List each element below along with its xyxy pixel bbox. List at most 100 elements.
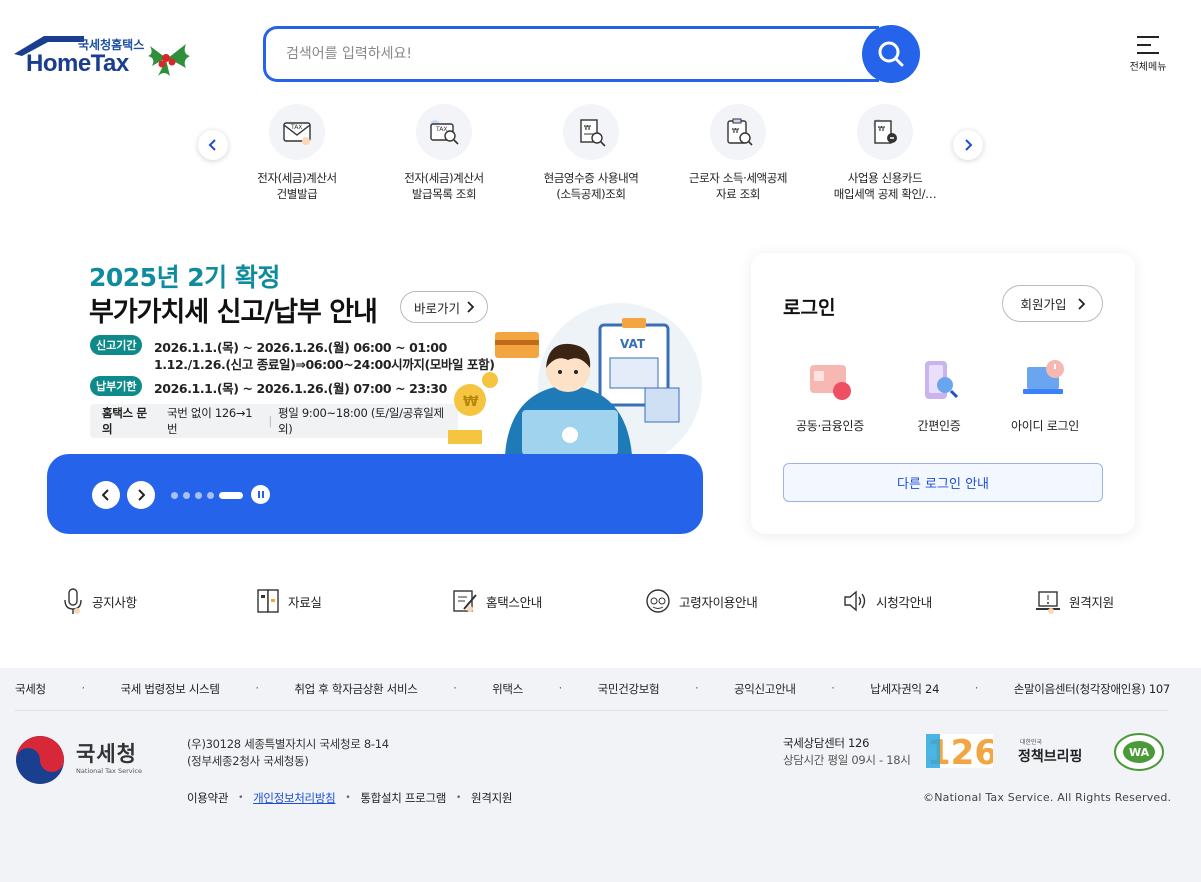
- certificate-icon: [810, 365, 851, 400]
- shortcut-remote[interactable]: 원격지원: [1035, 586, 1114, 616]
- quick-item-label-2: 자료 조회: [716, 187, 760, 201]
- receipt-search-icon: ₩: [563, 104, 619, 160]
- privacy-link[interactable]: 개인정보처리방침: [253, 790, 336, 806]
- quick-item-einvoice-list[interactable]: TAX 전자(세금)계산서 발급목록 조회: [379, 104, 509, 202]
- footer-link[interactable]: 국세 법령정보 시스템: [120, 681, 220, 697]
- inquiry-hours: 평일 9:00~18:00 (토/일/공휴일제외): [277, 406, 444, 436]
- slide-dot[interactable]: [195, 492, 202, 499]
- footer-bottom-links: 이용약관 • 개인정보처리방침 • 통합설치 프로그램 • 원격지원: [187, 790, 513, 806]
- quick-item-label-2: 건별발급: [276, 187, 318, 201]
- quick-prev-button[interactable]: [198, 130, 228, 160]
- svg-text:₩: ₩: [584, 124, 591, 132]
- nts-emblem-icon: [16, 736, 64, 784]
- address: (우)30128 세종특별자치시 국세청로 8-14 (정부세종2청사 국세청동…: [187, 736, 389, 770]
- badge-126-icon[interactable]: 126: [926, 734, 993, 768]
- address-line: (우)30128 세종특별자치시 국세청로 8-14: [187, 737, 389, 751]
- nts-name: 국세청: [76, 742, 137, 766]
- tax-envelope-icon: TAX: [269, 104, 325, 160]
- policy-briefing-logo[interactable]: 대한민국 정책브리핑: [1018, 736, 1092, 766]
- slide-dot[interactable]: [183, 492, 190, 499]
- slide-dot-active[interactable]: [219, 492, 243, 499]
- quick-item-business-card[interactable]: ₩ 사업용 신용카드 매입세액 공제 확인/…: [820, 104, 950, 202]
- pause-button[interactable]: [251, 485, 270, 504]
- tax-search-icon: TAX: [416, 104, 472, 160]
- quick-item-einvoice-issue[interactable]: TAX 전자(세금)계산서 건별발급: [232, 104, 362, 202]
- install-program-link[interactable]: 통합설치 프로그램: [360, 790, 446, 806]
- quick-item-label-1: 전자(세금)계산서: [257, 171, 337, 185]
- join-label: 회원가입: [1020, 297, 1067, 312]
- cert-login-option[interactable]: 공동·금융인증: [780, 353, 880, 434]
- payment-due-tag: 납부기한: [90, 376, 143, 396]
- inquiry-phone: 국번 없이 126→1번: [167, 406, 253, 436]
- search-icon: [878, 41, 904, 67]
- chevron-left-icon: [208, 139, 216, 151]
- banner-title: 2025년 2기 확정: [89, 263, 280, 292]
- consult-hours: 상담시간 평일 09시 - 18시: [783, 753, 911, 767]
- chevron-right-icon: [965, 139, 973, 151]
- clipboard-search-icon: ₩: [710, 104, 766, 160]
- banner-prev-button[interactable]: [92, 481, 120, 509]
- inquiry-box: 홈택스 문의 국번 없이 126→1번 | 평일 9:00~18:00 (토/일…: [90, 404, 458, 438]
- shortcut-label: 시청각안내: [876, 594, 933, 610]
- shortcut-notice[interactable]: 공지사항: [62, 586, 137, 616]
- guide-edit-icon: [453, 590, 477, 612]
- all-menu-button[interactable]: 전체메뉴: [1124, 36, 1172, 76]
- footer-link[interactable]: 공익신고안내: [734, 681, 796, 697]
- other-login-button[interactable]: 다른 로그인 안내: [783, 463, 1103, 502]
- join-button[interactable]: 회원가입: [1002, 285, 1103, 322]
- inquiry-label: 홈택스 문의: [102, 406, 147, 436]
- footer-link[interactable]: 위택스: [492, 681, 523, 697]
- shortcut-label: 홈택스안내: [486, 594, 543, 610]
- shortcut-label: 공지사항: [92, 594, 137, 610]
- banner-next-button[interactable]: [127, 481, 155, 509]
- search-button[interactable]: [862, 25, 920, 83]
- cert-login-label: 공동·금융인증: [796, 419, 864, 433]
- svg-text:TAX: TAX: [290, 124, 302, 131]
- svg-text:TAX: TAX: [435, 126, 447, 133]
- shortcut-archive[interactable]: 자료실: [256, 586, 322, 616]
- footer-link[interactable]: 손말이음센터(청각장애인용) 107: [1014, 681, 1170, 697]
- nts-english-name: National Tax Service: [76, 767, 142, 775]
- quick-item-label-2: (소득공제)조회: [556, 187, 626, 201]
- footer-link[interactable]: 국세청: [15, 681, 46, 697]
- all-menu-label: 전체메뉴: [1129, 62, 1167, 73]
- search-box[interactable]: [263, 26, 879, 82]
- quick-item-label-1: 전자(세금)계산서: [404, 171, 484, 185]
- slide-dot[interactable]: [207, 492, 214, 499]
- quick-next-button[interactable]: [953, 130, 983, 160]
- remote-support-link[interactable]: 원격지원: [471, 790, 512, 806]
- logo-title: HomeTax: [26, 50, 129, 77]
- quick-item-worker-deduction[interactable]: ₩ 근로자 소득·세액공제 자료 조회: [673, 104, 803, 202]
- shortcut-guide[interactable]: 홈택스안내: [452, 586, 542, 616]
- vat-label: VAT: [620, 337, 646, 351]
- vat-illustration: VAT ₩: [448, 303, 702, 455]
- chevron-right-icon: [138, 489, 145, 501]
- svg-text:₩: ₩: [878, 125, 885, 133]
- hometax-logo[interactable]: 국세청홈택스 HomeTax: [14, 34, 194, 84]
- laptop-icon: [1036, 591, 1060, 614]
- wa-mark-icon[interactable]: WA: [1113, 732, 1165, 772]
- archive-icon: [257, 589, 279, 613]
- login-card: 로그인 회원가입 공동·금융인증 간편인증 아이디 로그인 다른 로그인 안내: [751, 253, 1135, 534]
- quick-item-label-2: 매입세액 공제 확인/…: [833, 187, 937, 201]
- address-line: (정부세종2청사 국세청동): [187, 754, 309, 768]
- id-login-option[interactable]: 아이디 로그인: [995, 353, 1095, 434]
- holly-icon: [148, 44, 190, 76]
- chevron-right-icon: [1077, 297, 1085, 310]
- footer-link[interactable]: 취업 후 학자금상환 서비스: [294, 681, 417, 697]
- footer-link[interactable]: 국민건강보험: [598, 681, 660, 697]
- slide-dot[interactable]: [171, 492, 178, 499]
- simple-login-label: 간편인증: [917, 419, 961, 433]
- shortcut-elderly[interactable]: 고령자이용안내: [645, 586, 758, 616]
- search-input[interactable]: [286, 43, 846, 65]
- payment-due-line: 2026.1.1.(목) ~ 2026.1.26.(월) 07:00 ~ 23:…: [154, 381, 447, 396]
- microphone-icon: [64, 588, 82, 614]
- quick-item-cash-receipt[interactable]: ₩ 현금영수증 사용내역 (소득공제)조회: [526, 104, 656, 202]
- quick-item-label-1: 현금영수증 사용내역: [543, 171, 639, 185]
- terms-link[interactable]: 이용약관: [187, 790, 228, 806]
- footer-link[interactable]: 납세자권익 24: [870, 681, 939, 697]
- shortcut-label: 고령자이용안내: [679, 594, 758, 610]
- footer-divider: [15, 710, 1168, 711]
- shortcut-audiovisual[interactable]: 시청각안내: [842, 586, 932, 616]
- simple-login-option[interactable]: 간편인증: [889, 353, 989, 434]
